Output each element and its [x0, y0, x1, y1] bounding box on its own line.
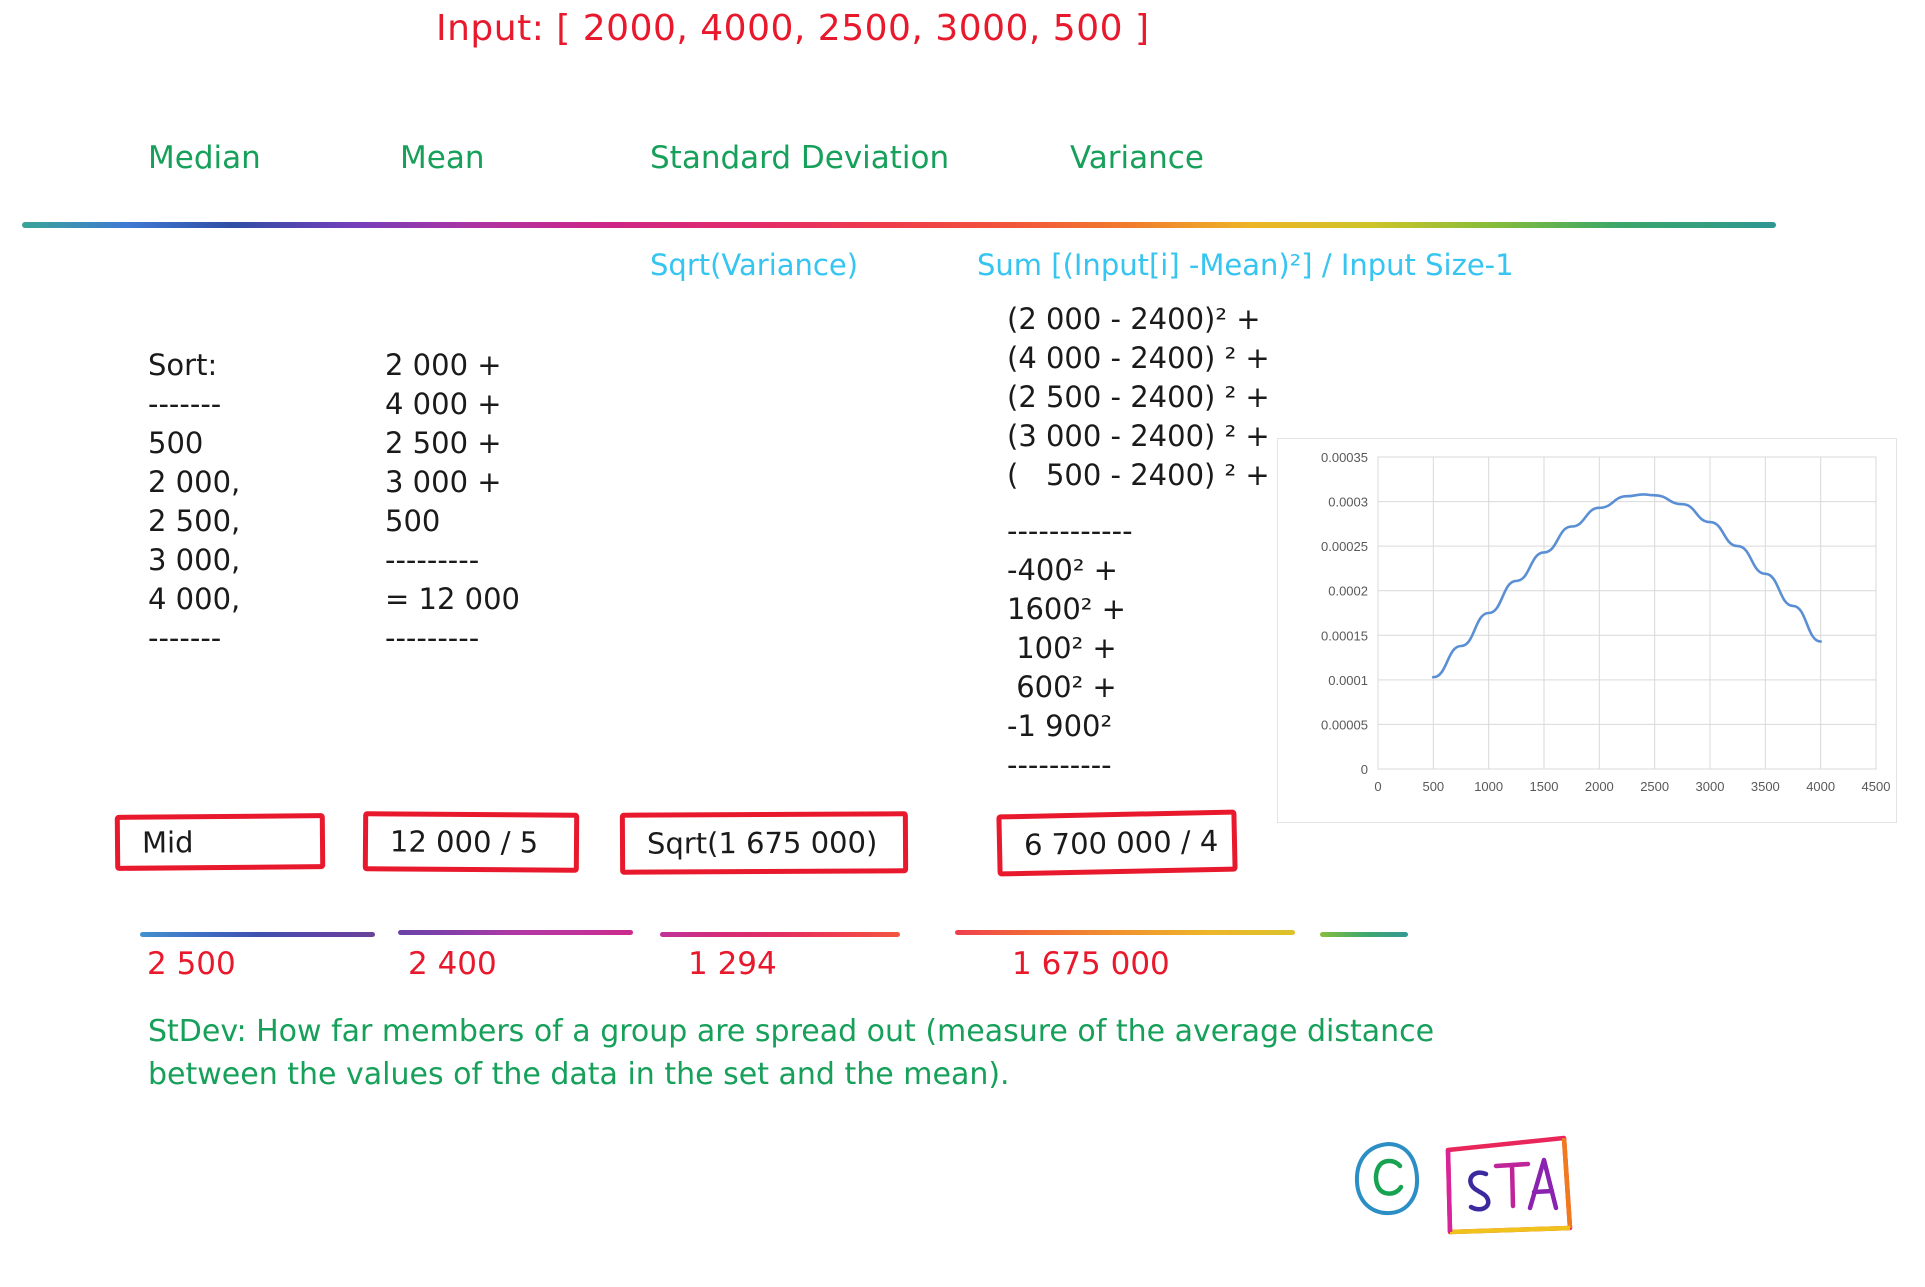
svg-text:2000: 2000 — [1585, 779, 1614, 794]
result-underline-stdev — [660, 932, 900, 937]
result-mean: 2 400 — [408, 946, 497, 982]
column-header-median: Median — [148, 140, 261, 176]
chart-series-line — [1432, 493, 1822, 679]
result-underline-variance — [955, 930, 1295, 935]
formula-stdev: Sqrt(Variance) — [650, 248, 859, 282]
svg-text:0.00005: 0.00005 — [1321, 717, 1368, 732]
svg-text:0.0003: 0.0003 — [1328, 495, 1368, 510]
variance-work-bottom: ------------ -400² + 1600² + 100² + 600²… — [1007, 514, 1133, 782]
box-variance-formula[interactable]: 6 700 000 / 4 — [996, 809, 1238, 877]
svg-text:2500: 2500 — [1640, 779, 1669, 794]
median-work-text: Sort: ------- 500 2 000, 2 500, 3 000, 4… — [148, 348, 241, 655]
watermark-logo — [1348, 1128, 1578, 1248]
svg-text:0.00035: 0.00035 — [1321, 450, 1368, 465]
svg-text:0.00015: 0.00015 — [1321, 628, 1368, 643]
box-stdev-formula-label: Sqrt(1 675 000) — [646, 825, 878, 861]
box-median-formula-label: Mid — [141, 825, 194, 860]
svg-text:0.0002: 0.0002 — [1328, 584, 1368, 599]
svg-text:4000: 4000 — [1806, 779, 1835, 794]
sta-mark — [1445, 1135, 1573, 1235]
formula-variance: Sum [(Input[i] -Mean)²] / Input Size-1 — [977, 248, 1514, 282]
svg-text:1000: 1000 — [1474, 779, 1503, 794]
result-stdev: 1 294 — [688, 946, 777, 982]
mean-work-text: 2 000 + 4 000 + 2 500 + 3 000 + 500 ----… — [385, 348, 520, 655]
svg-text:4500: 4500 — [1862, 779, 1891, 794]
rainbow-divider — [22, 222, 1776, 228]
result-underline-extra — [1320, 932, 1408, 937]
result-variance: 1 675 000 — [1012, 946, 1170, 982]
box-variance-formula-label: 6 700 000 / 4 — [1023, 823, 1219, 862]
result-underline-median — [140, 932, 375, 937]
svg-text:0: 0 — [1374, 779, 1381, 794]
svg-text:500: 500 — [1422, 779, 1444, 794]
column-header-stdev: Standard Deviation — [650, 140, 950, 176]
copyright-icon — [1354, 1141, 1420, 1216]
column-header-variance: Variance — [1070, 140, 1204, 176]
svg-text:3500: 3500 — [1751, 779, 1780, 794]
box-mean-formula-label: 12 000 / 5 — [389, 824, 539, 860]
result-median: 2 500 — [147, 946, 236, 982]
logo-svg — [1354, 1135, 1573, 1235]
stdev-definition-text: StDev: How far members of a group are sp… — [148, 1014, 1435, 1092]
box-median-formula[interactable]: Mid — [114, 813, 326, 871]
chart-svg: 0 0.00005 0.0001 0.00015 0.0002 0.00025 0.0003… — [1321, 450, 1890, 794]
box-mean-formula[interactable]: 12 000 / 5 — [362, 811, 580, 873]
column-header-mean: Mean — [400, 140, 485, 176]
normal-distribution-chart: 0 0.00005 0.0001 0.00015 0.0002 0.00025 0.0003… — [1277, 438, 1897, 823]
chart-y-tick-labels: 0 0.00005 0.0001 0.00015 0.0002 0.00025 0.0003… — [1321, 450, 1368, 777]
svg-text:1500: 1500 — [1530, 779, 1559, 794]
result-underline-mean — [398, 930, 633, 935]
chart-x-tick-labels: 0 500 1000 1500 2000 2500 3000 3500 4000 4500 — [1374, 779, 1890, 794]
svg-text:3000: 3000 — [1696, 779, 1725, 794]
page-title: Input: [ 2000, 4000, 2500, 3000, 500 ] — [436, 8, 1150, 49]
svg-text:0.0001: 0.0001 — [1328, 673, 1368, 688]
variance-work-top: (2 000 - 2400)² + (4 000 - 2400) ² + (2 … — [1007, 302, 1270, 492]
svg-text:0.00025: 0.00025 — [1321, 539, 1368, 554]
box-stdev-formula[interactable]: Sqrt(1 675 000) — [619, 811, 909, 875]
svg-text:0: 0 — [1361, 762, 1368, 777]
